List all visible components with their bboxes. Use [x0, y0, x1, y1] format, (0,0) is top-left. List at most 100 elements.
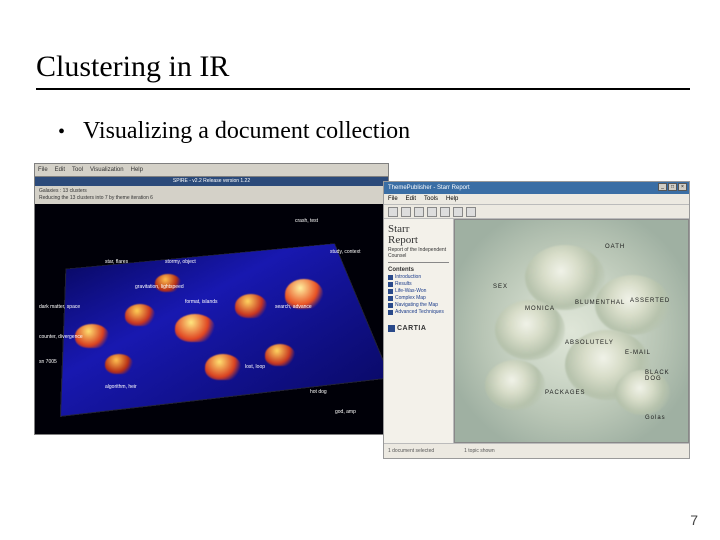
- sidebar-item-label: Life-Was-Won: [395, 288, 426, 294]
- cluster-label: stormy, object: [165, 259, 196, 265]
- menu-help[interactable]: Help: [131, 167, 143, 173]
- swatch-icon: [388, 310, 393, 315]
- map-label: BLUMENTHAL: [575, 300, 625, 306]
- cluster-label: sn 7005: [39, 359, 57, 365]
- window-controls: _ □ ×: [658, 182, 689, 194]
- themescape-window: ThemePublisher - Starr Report _ □ × File…: [383, 181, 690, 459]
- cluster-label: dark matter, space: [39, 304, 80, 310]
- sidebar-item[interactable]: Navigating the Map: [388, 302, 449, 308]
- menu-edit[interactable]: Edit: [406, 196, 416, 202]
- swatch-icon: [388, 303, 393, 308]
- status-text: 1 document selected: [388, 448, 434, 454]
- map-label: BLACK DOG: [645, 370, 688, 382]
- map-label: PACKAGES: [545, 390, 586, 396]
- map-label: Golas: [645, 415, 666, 421]
- terrain-peak: [175, 314, 215, 342]
- sidebar-section-header: Contents: [388, 267, 449, 273]
- map-label: ABSOLUTELY: [565, 340, 614, 346]
- terrain-peak: [105, 354, 133, 374]
- cluster-label: hot dog: [310, 389, 327, 395]
- themescape-map[interactable]: OATH SEX MONICA BLUMENTHAL ASSERTED ABSO…: [454, 219, 689, 443]
- menu-file[interactable]: File: [38, 167, 48, 173]
- terrain-peak: [265, 344, 295, 366]
- sidebar-item[interactable]: Life-Was-Won: [388, 288, 449, 294]
- window-title-left: SPIRE - v2.2 Release version 1.22: [35, 177, 388, 186]
- terrain-plane: [60, 243, 389, 417]
- cluster-label: counter, divergence: [39, 334, 83, 340]
- brand-text: CARTIA: [397, 325, 426, 332]
- terrain-visualization-window: File Edit Tool Visualization Help SPIRE …: [34, 163, 389, 435]
- menu-help[interactable]: Help: [446, 196, 458, 202]
- toolbar-button[interactable]: [466, 207, 476, 217]
- brand-logo: CARTIA: [388, 325, 449, 332]
- report-subtitle: Report: [388, 234, 449, 246]
- sidebar-item[interactable]: Introduction: [388, 274, 449, 280]
- toolbar-right: [384, 205, 689, 219]
- swatch-icon: [388, 289, 393, 294]
- terrain-canvas: crash, test study, context star, flares …: [35, 204, 388, 434]
- menubar-right: File Edit Tools Help: [384, 194, 689, 205]
- figures-row: File Edit Tool Visualization Help SPIRE …: [34, 163, 690, 459]
- map-label: ASSERTED: [630, 298, 670, 304]
- window-title-right: ThemePublisher - Starr Report: [388, 182, 470, 194]
- menubar-left: File Edit Tool Visualization Help: [35, 164, 388, 177]
- sidebar-item[interactable]: Results: [388, 281, 449, 287]
- map-label: OATH: [605, 244, 625, 250]
- close-button[interactable]: ×: [678, 183, 687, 191]
- cluster-label: algorithm, heir: [105, 384, 137, 390]
- brand-icon: [388, 325, 395, 332]
- bullet-item: • Visualizing a document collection: [58, 118, 690, 145]
- sidebar-item-label: Introduction: [395, 274, 421, 280]
- status-line1: Galaxies : 13 clusters: [39, 188, 384, 195]
- toolbar-button[interactable]: [414, 207, 424, 217]
- sidebar-item[interactable]: Advanced Techniques: [388, 309, 449, 315]
- map-label: SEX: [493, 284, 508, 290]
- slide-title: Clustering in IR: [36, 50, 690, 90]
- slide: Clustering in IR • Visualizing a documen…: [0, 0, 720, 540]
- window-titlebar-right: ThemePublisher - Starr Report _ □ ×: [384, 182, 689, 194]
- cluster-label: search, advance: [275, 304, 312, 310]
- cluster-label: study, context: [330, 249, 360, 255]
- maximize-button[interactable]: □: [668, 183, 677, 191]
- window-body-right: Starr Report Report of the Independent C…: [384, 219, 689, 443]
- toolbar-button[interactable]: [453, 207, 463, 217]
- swatch-icon: [388, 296, 393, 301]
- report-caption: Report of the Independent Counsel: [388, 247, 449, 263]
- minimize-button[interactable]: _: [658, 183, 667, 191]
- cluster-label: crash, test: [295, 218, 318, 224]
- map-label: MONICA: [525, 306, 555, 312]
- menu-visualization[interactable]: Visualization: [90, 167, 124, 173]
- terrain-peak: [235, 294, 267, 318]
- cluster-label: star, flares: [105, 259, 128, 265]
- map-region: [485, 360, 545, 410]
- sidebar-item-label: Complex Map: [395, 295, 426, 301]
- status-text: 1 topic shown: [464, 448, 495, 454]
- page-number: 7: [690, 512, 698, 528]
- toolbar-button[interactable]: [427, 207, 437, 217]
- cluster-label: gravitation, lightspeed: [135, 284, 184, 290]
- map-label: E-MAIL: [625, 350, 651, 356]
- terrain-peak: [205, 354, 241, 380]
- sidebar-item-label: Advanced Techniques: [395, 309, 444, 315]
- menu-edit[interactable]: Edit: [55, 167, 65, 173]
- status-left: Galaxies : 13 clusters Reducing the 13 c…: [35, 186, 388, 204]
- bullet-marker: •: [58, 121, 65, 144]
- cluster-label: lost, loop: [245, 364, 265, 370]
- sidebar-item-label: Results: [395, 281, 412, 287]
- cluster-label: god, amp: [335, 409, 356, 415]
- swatch-icon: [388, 282, 393, 287]
- toolbar-button[interactable]: [388, 207, 398, 217]
- toolbar-button[interactable]: [440, 207, 450, 217]
- menu-tool[interactable]: Tool: [72, 167, 83, 173]
- terrain-peak: [125, 304, 155, 326]
- bullet-text: Visualizing a document collection: [83, 118, 410, 145]
- cluster-label: format, islands: [185, 299, 218, 305]
- sidebar-right: Starr Report Report of the Independent C…: [384, 219, 454, 443]
- sidebar-item[interactable]: Complex Map: [388, 295, 449, 301]
- swatch-icon: [388, 275, 393, 280]
- status-line2: Reducing the 13 clusters into 7 by theme…: [39, 195, 384, 202]
- menu-file[interactable]: File: [388, 196, 398, 202]
- menu-tools[interactable]: Tools: [424, 196, 438, 202]
- toolbar-button[interactable]: [401, 207, 411, 217]
- statusbar-right: 1 document selected 1 topic shown: [384, 443, 689, 457]
